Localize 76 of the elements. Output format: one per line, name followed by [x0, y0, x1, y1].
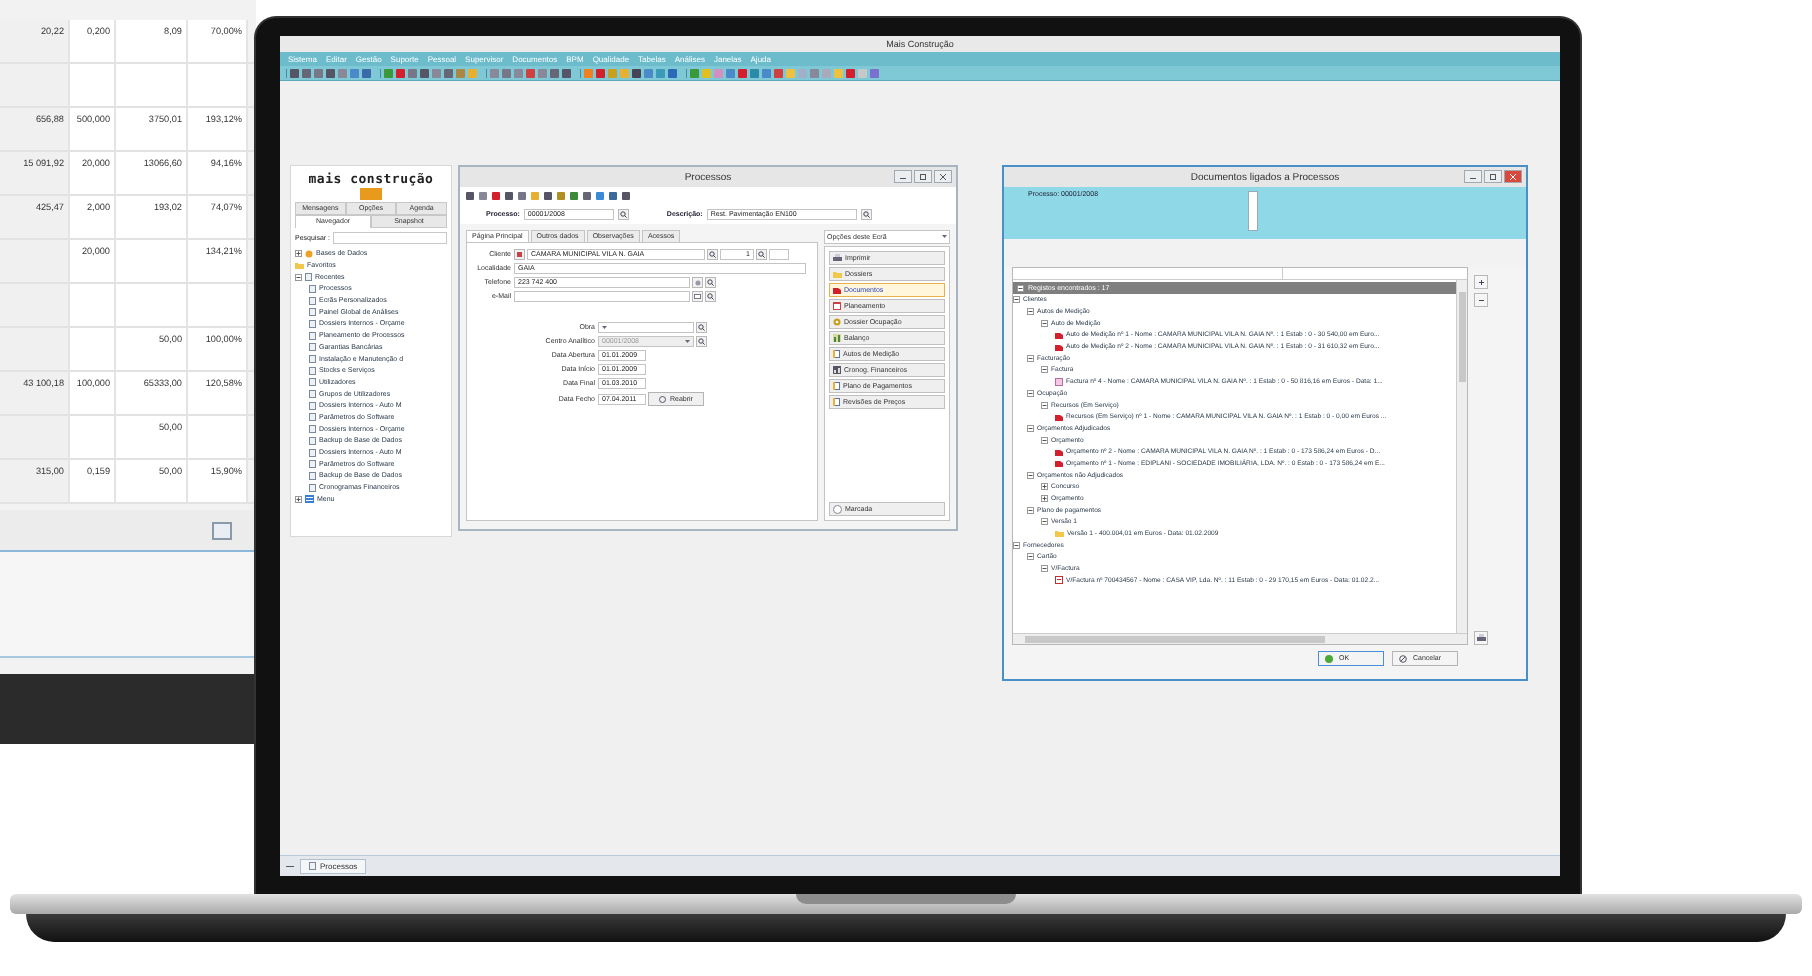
- search-button[interactable]: [705, 291, 716, 302]
- check-icon: [1325, 654, 1333, 663]
- scrollbar[interactable]: [1248, 191, 1259, 231]
- caret-icon: [685, 340, 690, 344]
- minimize-button[interactable]: [1464, 170, 1482, 183]
- grid-button[interactable]: [212, 521, 232, 539]
- print-button[interactable]: [1474, 631, 1488, 645]
- collapse-icon[interactable]: [1027, 506, 1034, 514]
- search-button[interactable]: [860, 209, 872, 220]
- collapse-icon[interactable]: [1041, 366, 1048, 374]
- select-field[interactable]: [598, 322, 694, 333]
- folder-icon: [295, 262, 304, 270]
- maximize-button[interactable]: [1484, 170, 1502, 183]
- collapse-icon[interactable]: [1027, 354, 1034, 362]
- search-button[interactable]: [756, 249, 767, 260]
- circle-icon: [694, 279, 701, 286]
- document-icon: [833, 286, 841, 294]
- expand-icon[interactable]: [295, 250, 302, 258]
- printer-icon: [833, 254, 842, 262]
- menu-icon: [305, 495, 314, 504]
- minimize-button[interactable]: [894, 170, 912, 183]
- page-icon: [309, 862, 316, 870]
- collapse-icon[interactable]: [1013, 296, 1020, 304]
- close-button[interactable]: [1504, 170, 1522, 183]
- logo-mark: [360, 188, 382, 200]
- expand-icon[interactable]: [1041, 483, 1048, 491]
- collapse-icon[interactable]: [295, 273, 302, 281]
- maximize-button[interactable]: [914, 170, 932, 183]
- calendar-icon: [833, 302, 841, 310]
- scrollbar[interactable]: [1456, 280, 1467, 633]
- printer-icon: [1476, 634, 1486, 642]
- sheet-icon: [833, 350, 840, 358]
- envelope-icon: [694, 294, 701, 299]
- chart-icon: [833, 334, 841, 342]
- search-button[interactable]: [696, 336, 707, 347]
- search-button[interactable]: [617, 209, 629, 220]
- minimize-icon[interactable]: [286, 863, 294, 869]
- collapse-icon[interactable]: [1013, 541, 1020, 549]
- expand-icon[interactable]: [295, 495, 302, 503]
- document-icon: [1055, 377, 1063, 386]
- search-field[interactable]: [333, 232, 447, 244]
- caret-icon: [942, 235, 947, 239]
- document-icon: [1055, 576, 1063, 585]
- search-button[interactable]: [707, 249, 718, 260]
- collapse-button[interactable]: [1474, 293, 1488, 307]
- collapse-icon[interactable]: [1027, 553, 1034, 561]
- collapse-icon[interactable]: [1041, 518, 1048, 526]
- search-button[interactable]: [696, 322, 707, 333]
- database-icon: [305, 249, 313, 258]
- mail-button[interactable]: [692, 291, 703, 302]
- folder-icon: [833, 270, 842, 278]
- collapse-icon[interactable]: [1041, 565, 1048, 573]
- email-field[interactable]: [514, 291, 690, 302]
- extra-field[interactable]: [769, 249, 789, 260]
- close-button[interactable]: [934, 170, 952, 183]
- collapse-icon[interactable]: [1041, 401, 1048, 409]
- folder-icon: [1055, 530, 1064, 538]
- expand-icon[interactable]: [1041, 495, 1048, 503]
- dial-button[interactable]: [692, 277, 703, 288]
- collapse-icon[interactable]: [1041, 436, 1048, 444]
- sheet-icon: [833, 382, 840, 390]
- search-button[interactable]: [705, 277, 716, 288]
- collapse-icon[interactable]: [1041, 319, 1048, 327]
- gear-icon: [833, 318, 841, 326]
- scrollbar[interactable]: [1013, 633, 1467, 644]
- caret-icon: [602, 326, 607, 330]
- expand-button[interactable]: [1474, 275, 1488, 289]
- collapse-icon[interactable]: [1027, 424, 1034, 432]
- collapse-icon[interactable]: [1027, 471, 1034, 479]
- document-icon: [1055, 412, 1063, 421]
- collapse-icon[interactable]: [1017, 284, 1024, 292]
- collapse-icon[interactable]: [1027, 308, 1034, 316]
- chart-icon: [833, 366, 841, 374]
- sheet-icon: [833, 398, 840, 406]
- collapse-icon[interactable]: [1027, 389, 1034, 397]
- client-button[interactable]: [514, 249, 525, 260]
